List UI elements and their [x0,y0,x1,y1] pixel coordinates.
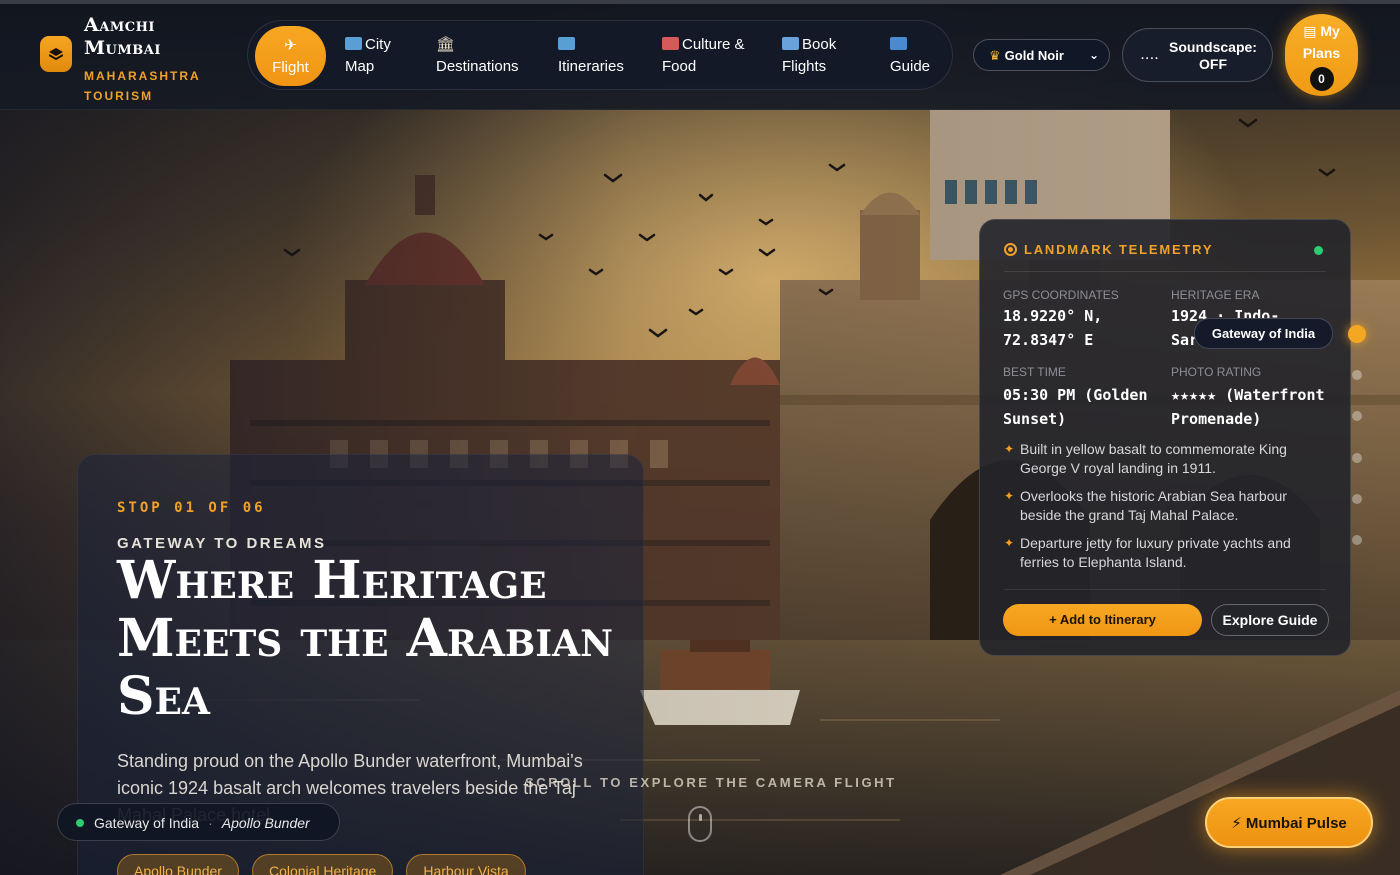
progress-dot[interactable] [1352,535,1362,545]
nav-item-city-map[interactable]: City Map [345,26,415,86]
sound-bars-icon: ···· [1141,53,1160,65]
current-location-pill[interactable]: Gateway of India · Apollo Bunder [57,803,340,841]
add-to-itinerary-button[interactable]: + Add to Itinerary [1003,604,1202,636]
explore-guide-button[interactable]: Explore Guide [1211,604,1329,636]
progress-dot-active[interactable] [1348,325,1366,343]
hero-tags: Apollo Bunder Colonial Heritage Harbour … [117,854,539,875]
plane-ticket-icon [782,37,799,50]
target-icon [1004,243,1017,256]
map-icon [345,37,362,50]
photo-rating-value: ★★★★★ (Waterfront Promenade) [1171,386,1325,428]
gps-value: 18.9220° N, 72.8347° E [1003,307,1103,349]
live-dot-icon [76,819,84,827]
soundscape-toggle[interactable]: ···· Soundscape: OFF [1122,28,1273,82]
crown-icon: ♛ [989,48,1001,63]
tag-chip[interactable]: Colonial Heritage [251,854,394,875]
culture-icon [662,37,679,50]
brand-logo[interactable]: Aamchi Mumbai MAHARASHTRA TOURISM [40,14,204,106]
plans-count-badge: 0 [1309,67,1334,91]
scroll-mouse-icon [688,806,712,842]
nav-item-itineraries[interactable]: Itineraries [558,26,643,86]
landmark-telemetry-panel: LANDMARK TELEMETRY GPS COORDINATES 18.92… [979,219,1351,656]
nav-item-flight[interactable]: ✈ Flight [255,26,326,86]
progress-dot[interactable] [1352,411,1362,421]
progress-dot[interactable] [1352,370,1362,380]
list-item: Departure jetty for luxury private yacht… [1004,534,1328,572]
telemetry-header: LANDMARK TELEMETRY [1004,242,1326,272]
stop-tooltip: Gateway of India [1194,318,1333,349]
list-item: Built in yellow basalt to commemorate Ki… [1004,440,1328,478]
chevron-down-icon: ⌄ [1088,48,1099,62]
gps-label: GPS COORDINATES [1003,288,1119,302]
theme-select[interactable]: ♛ Gold Noir ⌄ [973,39,1110,71]
nav-item-culture-food[interactable]: Culture & Food [662,26,762,86]
best-time-label: BEST TIME [1003,365,1066,379]
nav-item-guide[interactable]: Guide [890,26,940,86]
best-time-value: 05:30 PM (Golden Sunset) [1003,386,1148,428]
progress-dot[interactable] [1352,453,1362,463]
divider [1004,589,1326,590]
map-icon [558,37,575,50]
progress-dot[interactable] [1352,494,1362,504]
stop-counter: STOP 01 OF 06 [117,500,266,516]
info-icon [890,37,907,50]
tag-chip[interactable]: Harbour Vista [406,854,526,875]
live-status-dot-icon [1314,246,1323,255]
era-label: HERITAGE ERA [1171,288,1260,302]
hero-headline: Where Heritage Meets the Arabian Sea [117,550,613,727]
brand-layers-icon [40,36,72,72]
tag-chip[interactable]: Apollo Bunder [117,854,239,875]
my-plans-button[interactable]: ▤ My Plans 0 [1285,14,1358,96]
main-nav: ✈ Flight City Map 🏛 Destinations Itinera… [247,20,953,90]
landmark-icon: 🏛 [436,36,456,53]
brand-subtitle: MAHARASHTRA TOURISM [84,69,201,103]
nav-item-destinations[interactable]: 🏛 Destinations [436,26,536,86]
photo-rating-label: PHOTO RATING [1171,365,1262,379]
nav-item-book-flights[interactable]: Book Flights [782,26,862,86]
soundscape-label: Soundscape: OFF [1169,39,1257,72]
mumbai-pulse-button[interactable]: ⚡ Mumbai Pulse [1205,797,1373,848]
clipboard-icon: ▤ [1303,23,1317,39]
landmark-facts: Built in yellow basalt to commemorate Ki… [1004,440,1328,581]
list-item: Overlooks the historic Arabian Sea harbo… [1004,487,1328,525]
airplane-icon: ✈ [284,37,297,54]
brand-title: Aamchi Mumbai [84,14,161,59]
top-navigation-bar: Aamchi Mumbai MAHARASHTRA TOURISM ✈ Flig… [0,0,1400,110]
scroll-hint: SCROLL TO EXPLORE THE CAMERA FLIGHT [525,775,897,790]
